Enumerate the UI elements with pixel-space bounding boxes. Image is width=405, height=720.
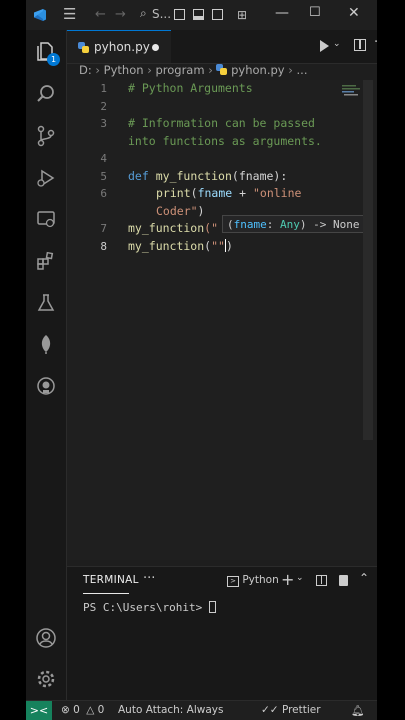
line-number: 8 (100, 240, 107, 253)
search-icon[interactable] (35, 83, 57, 105)
explorer-badge: 1 (47, 53, 60, 66)
line-number: 7 (100, 222, 107, 235)
line-number: 4 (100, 152, 107, 165)
line-number: 3 (100, 117, 107, 130)
code-line-7: my_function(" (128, 221, 219, 235)
chevron-down-icon[interactable]: ⌄ (296, 573, 304, 583)
breadcrumb-file[interactable]: pyhon.py (231, 63, 284, 77)
code-line-8: my_function("") (128, 239, 233, 253)
parameter-hint-tooltip: (fname: Any) -> None (222, 215, 372, 233)
toggle-sidebar-icon[interactable] (174, 9, 185, 20)
split-editor-icon[interactable] (354, 39, 366, 51)
more-views-icon[interactable]: ··· (143, 571, 155, 586)
flask-icon[interactable] (35, 292, 57, 314)
vscode-window: ☰ ← → ⌕ S... ⊞ — ☐ ✕ 1 pyhon.py ⌄ D: › P… (26, 0, 377, 720)
terminal-icon: > (227, 576, 239, 587)
title-bar: ☰ ← → ⌕ S... ⊞ — ☐ ✕ (26, 0, 377, 31)
warning-icon: △ (86, 704, 95, 716)
code-line-1: # Python Arguments (128, 81, 253, 95)
terminal-prompt: PS C:\Users\rohit> (83, 601, 209, 614)
tab-pyhon-py[interactable]: pyhon.py (67, 30, 171, 63)
split-terminal-icon[interactable] (316, 575, 327, 586)
back-arrow-icon[interactable]: ← (95, 7, 106, 23)
chevron-right-icon: › (95, 63, 104, 77)
terminal-panel: TERMINAL ··· > Python + ⌄ ⌃ ✕ PS C:\User… (67, 566, 377, 701)
breadcrumb: D: › Python › program › pyhon.py › ... (79, 63, 308, 81)
error-icon: ⊗ (61, 704, 70, 716)
minimize-icon[interactable]: — (275, 5, 289, 21)
source-control-icon[interactable] (35, 125, 57, 147)
editor-scrollbar[interactable] (363, 80, 373, 440)
activity-bar: 1 (26, 30, 67, 700)
double-check-icon: ✓✓ (261, 704, 279, 716)
toggle-panel-icon[interactable] (193, 9, 204, 20)
trash-icon[interactable] (339, 575, 348, 586)
close-icon[interactable]: ✕ (348, 5, 360, 21)
prettier-status[interactable]: ✓✓ Prettier (261, 704, 321, 716)
breadcrumb-program[interactable]: program (155, 63, 204, 77)
chevron-down-icon[interactable]: ⌄ (333, 39, 341, 49)
terminal-shell-selector[interactable]: > Python (227, 574, 279, 587)
line-number: 2 (100, 100, 107, 113)
breadcrumb-drive[interactable]: D: (79, 63, 92, 77)
github-icon[interactable] (35, 375, 57, 397)
shell-label: Python (242, 574, 279, 586)
remote-indicator[interactable]: >< (26, 701, 52, 720)
line-number: 5 (100, 170, 107, 183)
chevron-right-icon: › (288, 63, 297, 77)
editor-tab-bar: pyhon.py ⌄ ··· (67, 30, 377, 64)
maximize-icon[interactable]: ☐ (309, 5, 321, 20)
minimap[interactable] (342, 84, 362, 96)
extensions-icon[interactable] (35, 250, 57, 272)
python-file-icon (78, 42, 89, 53)
new-terminal-icon[interactable]: + (281, 570, 294, 589)
search-icon: ⌕ (140, 6, 147, 20)
code-line-6-wrap: Coder") (156, 204, 205, 218)
command-center-search[interactable]: ⌕ S... (138, 6, 178, 24)
code-line-3: # Information can be passed (128, 116, 315, 130)
auto-attach-status[interactable]: Auto Attach: Always (118, 704, 224, 716)
code-line-5: def my_function(fname): (128, 169, 288, 183)
chevron-up-icon[interactable]: ⌃ (359, 571, 369, 585)
tab-label: pyhon.py (94, 40, 150, 54)
forward-arrow-icon[interactable]: → (115, 7, 126, 23)
python-file-icon (216, 64, 228, 75)
menu-icon[interactable]: ☰ (63, 6, 76, 22)
code-line-6: print(fname + "online (156, 186, 302, 200)
account-icon[interactable] (35, 627, 57, 649)
bell-icon[interactable]: 🔔︎ (351, 704, 364, 717)
terminal-cursor (208, 601, 216, 613)
breadcrumb-python[interactable]: Python (104, 63, 144, 77)
files-icon[interactable]: 1 (35, 40, 60, 66)
run-debug-icon[interactable] (35, 167, 57, 189)
code-editor[interactable]: 1 2 3 4 5 6 7 8 # Python Arguments # Inf… (67, 80, 377, 560)
remote-explorer-icon[interactable] (35, 208, 57, 230)
breadcrumb-more[interactable]: ... (297, 63, 308, 77)
active-tab-underline (83, 593, 129, 594)
line-number: 6 (100, 187, 107, 200)
toggle-secondary-sidebar-icon[interactable] (212, 9, 223, 20)
tab-terminal[interactable]: TERMINAL (83, 574, 139, 586)
leaf-icon[interactable] (35, 333, 57, 355)
search-label: S... (152, 7, 172, 21)
status-bar: >< ⊗ 0 △ 0 Auto Attach: Always ✓✓ Pretti… (26, 700, 377, 720)
line-number: 1 (100, 82, 107, 95)
vscode-logo-icon (34, 9, 46, 21)
unsaved-dot-icon[interactable] (152, 44, 159, 51)
run-python-icon[interactable] (320, 40, 329, 52)
gear-icon[interactable] (35, 668, 57, 690)
terminal-output[interactable]: PS C:\Users\rohit> (83, 601, 216, 614)
code-line-3-wrap: into functions as arguments. (128, 134, 322, 148)
problems-indicator[interactable]: ⊗ 0 △ 0 (61, 704, 104, 716)
chevron-right-icon: › (208, 63, 217, 77)
customize-layout-icon[interactable]: ⊞ (237, 7, 247, 23)
more-actions-icon[interactable]: ··· (374, 35, 377, 50)
